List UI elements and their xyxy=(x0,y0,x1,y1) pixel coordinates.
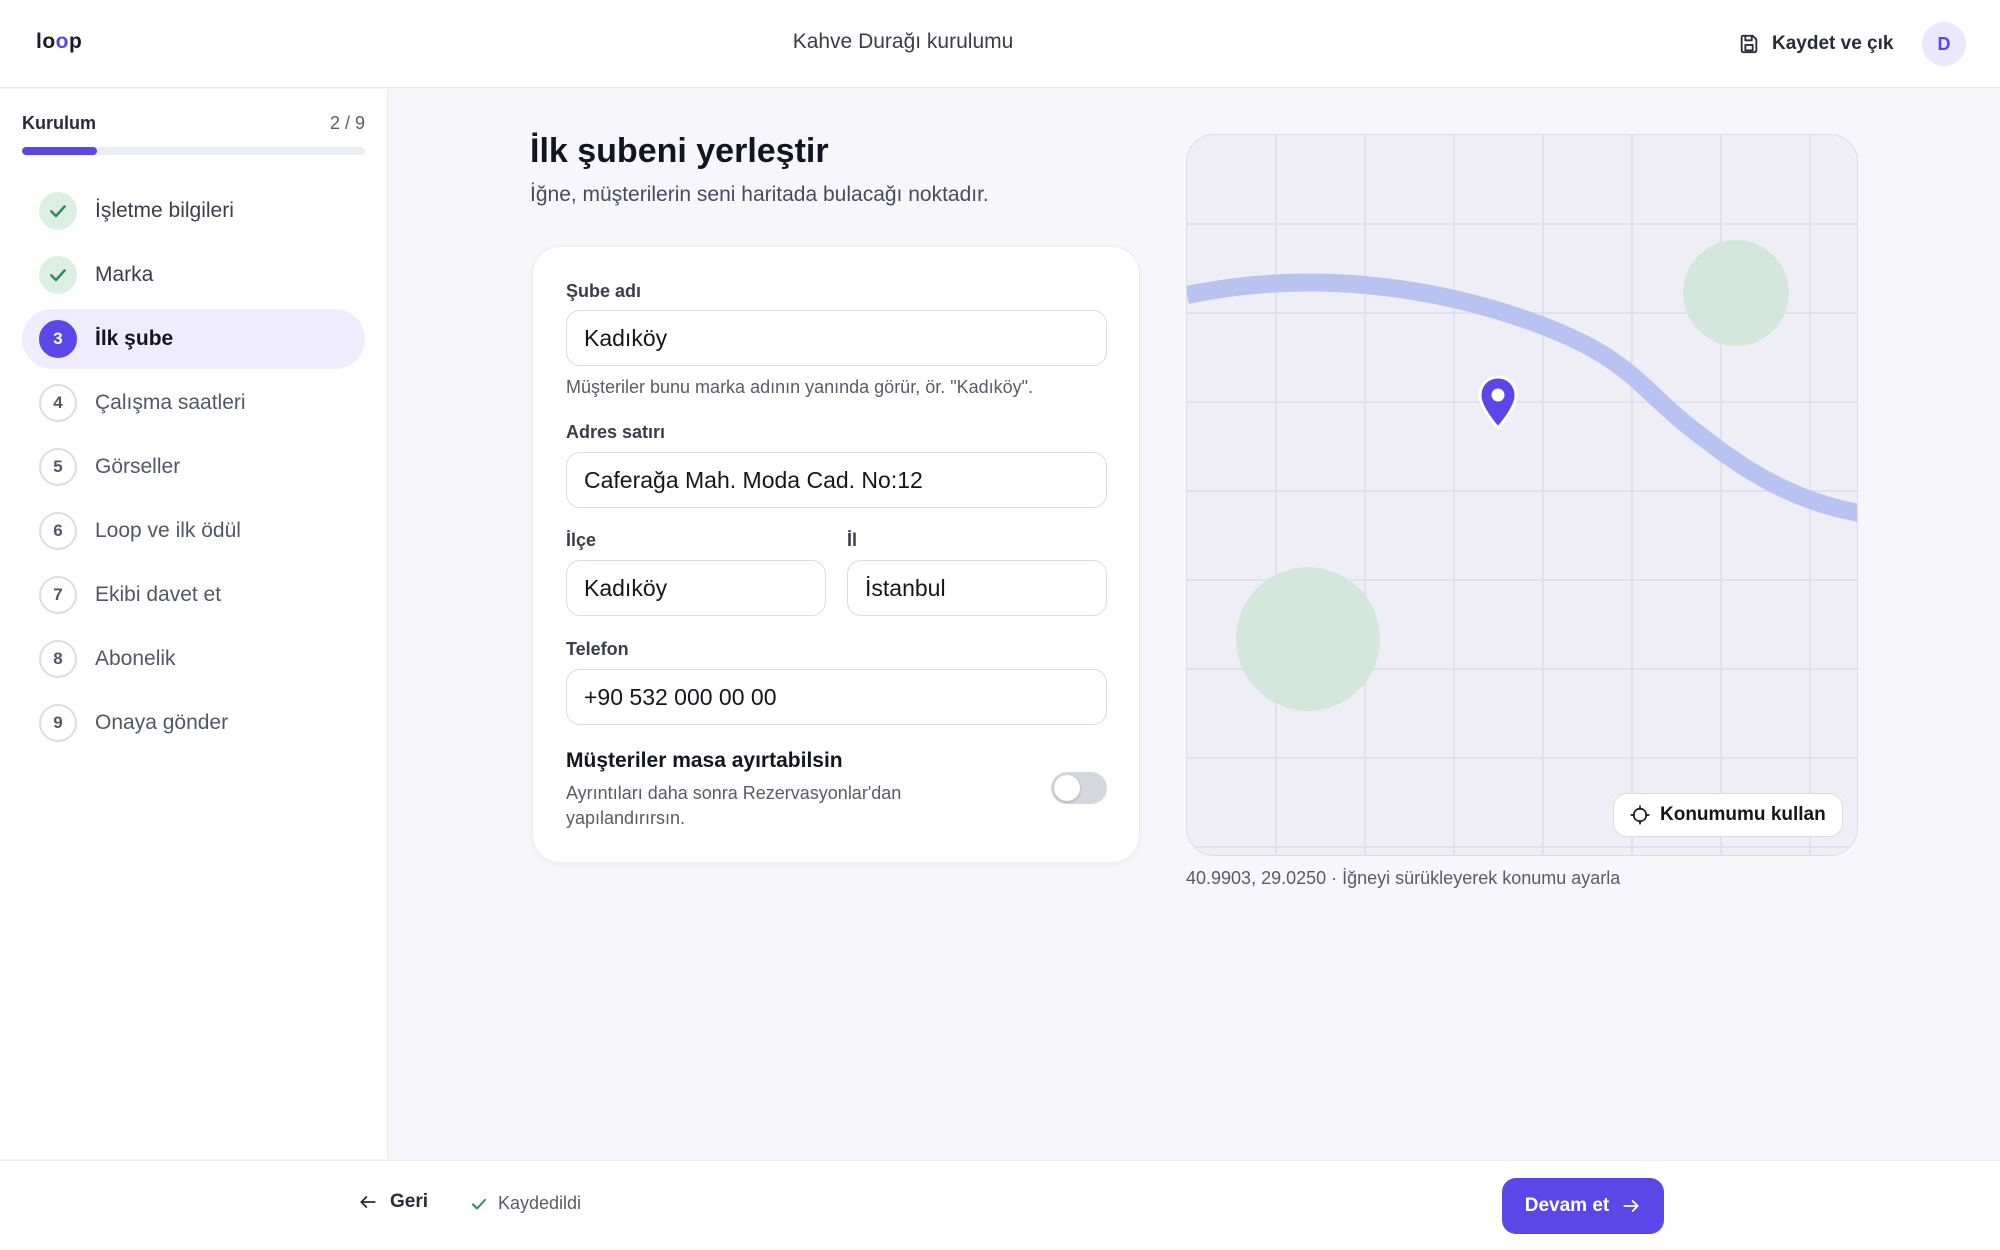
map-canvas xyxy=(1187,135,1857,855)
step-number-badge: 8 xyxy=(39,640,77,678)
step-complete-badge xyxy=(39,192,77,230)
address-label: Adres satırı xyxy=(566,422,666,442)
step-number-badge: 6 xyxy=(39,512,77,550)
sidebar-step-label: İlk şube xyxy=(95,327,174,350)
step-number-badge: 9 xyxy=(39,704,77,742)
saved-label: Kaydedildi xyxy=(498,1193,582,1213)
use-my-location-label: Konumumu kullan xyxy=(1660,804,1826,825)
use-my-location-button[interactable]: Konumumu kullan xyxy=(1613,793,1843,837)
step-number-badge: 5 xyxy=(39,448,77,486)
district-input[interactable] xyxy=(566,560,826,616)
sidebar-step-label: Marka xyxy=(95,263,154,286)
check-icon xyxy=(472,1198,486,1209)
phone-label: Telefon xyxy=(566,639,629,659)
reservations-toggle[interactable] xyxy=(1051,772,1107,804)
sidebar-step-label: Loop ve ilk ödül xyxy=(95,519,241,542)
reservations-title: Müşteriler masa ayırtabilsin xyxy=(566,749,843,772)
toggle-knob xyxy=(1054,775,1080,801)
map-coordinates-text: 40.9903, 29.0250 · İğneyi sürükleyerek k… xyxy=(1186,868,1621,888)
save-and-exit-button[interactable]: Kaydet ve çık xyxy=(1738,28,1893,60)
sidebar-step-7[interactable]: 7 Ekibi davet et xyxy=(22,565,365,625)
branch-form-card: Şube adı Müşteriler bunu marka adının ya… xyxy=(532,246,1140,863)
step-number-badge: 3 xyxy=(39,320,77,358)
continue-button[interactable]: Devam et xyxy=(1502,1178,1664,1234)
top-bar: loop Kahve Durağı kurulumu Kaydet ve çık… xyxy=(0,0,2000,88)
map-pin-icon[interactable] xyxy=(1477,375,1519,431)
saved-status: Kaydedildi xyxy=(470,1193,581,1214)
sidebar-step-6[interactable]: 6 Loop ve ilk ödül xyxy=(22,501,365,561)
setup-progress-fill xyxy=(22,147,98,155)
wizard-footer: Geri Kaydedildi Devam et xyxy=(0,1160,2000,1250)
sidebar-step-label: Onaya gönder xyxy=(95,711,229,734)
sidebar-step-3[interactable]: 3 İlk şube xyxy=(22,309,365,369)
back-label: Geri xyxy=(390,1191,429,1212)
sidebar-step-label: Ekibi davet et xyxy=(95,583,222,606)
arrow-right-icon xyxy=(1623,1200,1639,1212)
step-complete-badge xyxy=(39,256,77,294)
setup-steps-list: İşletme bilgileri Marka 3 İlk şube 4 Çalışma … xyxy=(22,181,365,757)
check-icon xyxy=(50,269,66,282)
page-subtitle: İğne, müşterilerin seni haritada bulacağ… xyxy=(530,183,989,206)
continue-label: Devam et xyxy=(1524,1195,1610,1216)
sidebar-step-4[interactable]: 4 Çalışma saatleri xyxy=(22,373,365,433)
sidebar-step-2[interactable]: Marka xyxy=(22,245,365,305)
save-icon xyxy=(1740,34,1758,54)
setup-progress-header: Kurulum 2 / 9 xyxy=(22,113,365,134)
save-and-exit-label: Kaydet ve çık xyxy=(1772,33,1894,54)
back-button[interactable]: Geri xyxy=(358,1191,428,1213)
sidebar-step-label: Çalışma saatleri xyxy=(95,391,246,414)
page-title: İlk şubeni yerleştir xyxy=(530,132,829,170)
user-avatar[interactable]: D xyxy=(1922,22,1966,66)
setup-sidebar: Kurulum 2 / 9 İşletme bilgileri Marka 3 İlk… xyxy=(0,89,388,1159)
setup-label: Kurulum xyxy=(22,113,96,133)
sidebar-step-label: İşletme bilgileri xyxy=(95,199,234,222)
arrow-left-icon xyxy=(360,1196,376,1208)
sidebar-step-9[interactable]: 9 Onaya gönder xyxy=(22,693,365,753)
sidebar-step-8[interactable]: 8 Abonelik xyxy=(22,629,365,689)
city-label: İl xyxy=(847,530,858,550)
city-input[interactable] xyxy=(847,560,1107,616)
sidebar-step-1[interactable]: İşletme bilgileri xyxy=(22,181,365,241)
map-grid-lines xyxy=(1187,135,1857,855)
reservations-description: Ayrıntıları daha sonra Rezervasyonlar'da… xyxy=(566,783,902,828)
map-park-area xyxy=(1236,567,1380,711)
location-map[interactable]: Konumumu kullan xyxy=(1186,134,1858,856)
step-counter: 2 / 9 xyxy=(329,113,365,133)
map-park-area xyxy=(1683,240,1789,346)
crosshair-icon xyxy=(1630,805,1650,825)
phone-input[interactable] xyxy=(566,669,1107,725)
page-header-title: Kahve Durağı kurulumu xyxy=(792,30,1014,53)
branch-name-help: Müşteriler bunu marka adının yanında gör… xyxy=(566,377,1034,397)
step-number-badge: 7 xyxy=(39,576,77,614)
branch-name-label: Şube adı xyxy=(566,281,642,301)
step-number-badge: 4 xyxy=(39,384,77,422)
branch-name-input[interactable] xyxy=(566,310,1107,366)
check-icon xyxy=(50,205,66,218)
address-input[interactable] xyxy=(566,452,1107,508)
setup-progress-bar xyxy=(22,147,365,155)
sidebar-step-5[interactable]: 5 Görseller xyxy=(22,437,365,497)
sidebar-step-label: Abonelik xyxy=(95,647,176,670)
sidebar-step-label: Görseller xyxy=(95,455,181,478)
district-label: İlçe xyxy=(566,530,597,550)
